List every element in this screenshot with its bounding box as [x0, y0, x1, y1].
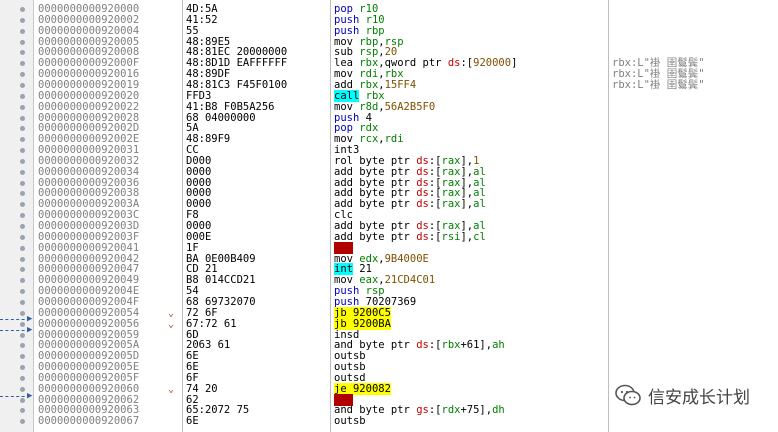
jump-marker-icon: ⌄: [168, 318, 175, 330]
breakpoint-dot-icon[interactable]: [20, 321, 25, 327]
operands: byte ptr ds:[rbx+61],ah: [352, 339, 505, 352]
breakpoint-dot-icon[interactable]: [20, 224, 25, 229]
opcode-bytes: 41:B8 F0B5A256: [186, 100, 275, 113]
breakpoint-dot-icon[interactable]: [20, 386, 25, 392]
breakpoint-dot-icon[interactable]: [20, 332, 25, 338]
breakpoint-dot-icon[interactable]: [20, 408, 25, 414]
operands: 920082: [346, 382, 391, 395]
instruction: outsb: [334, 416, 366, 427]
disassembly-view[interactable]: 0000000000920000 4D:5A pop r10 000000000092…: [0, 0, 778, 432]
breakpoint-dot-icon[interactable]: [20, 148, 25, 154]
breakpoint-dot-icon[interactable]: [20, 419, 25, 425]
address: 0000000000920022: [38, 100, 140, 113]
breakpoint-dot-icon[interactable]: [20, 169, 25, 175]
breakpoint-dot-icon[interactable]: [20, 61, 25, 67]
jump-marker-icon: ⌄: [168, 307, 175, 319]
breakpoint-dot-icon[interactable]: [20, 115, 25, 121]
opcode-bytes: 6E: [186, 415, 199, 428]
breakpoint-dot-icon[interactable]: [20, 7, 25, 12]
breakpoint-dot-icon[interactable]: [20, 137, 25, 143]
breakpoint-dot-icon[interactable]: [20, 289, 25, 295]
breakpoint-dot-icon[interactable]: [20, 28, 25, 34]
breakpoint-dot-icon[interactable]: [20, 354, 25, 360]
breakpoint-dot-icon[interactable]: [20, 180, 25, 186]
jump-arrow: [0, 319, 30, 321]
operands: byte ptr ds:[rsi],cl: [352, 230, 486, 243]
mnemonic: jb: [334, 306, 347, 319]
breakpoint-dot-icon[interactable]: [20, 17, 25, 23]
opcode-bytes: 67:72 61: [186, 317, 237, 330]
breakpoint-dot-icon[interactable]: [20, 82, 25, 88]
breakpoint-dot-icon[interactable]: [20, 256, 25, 262]
arrow-head-icon: ▶: [27, 325, 33, 335]
breakpoint-dot-icon[interactable]: [20, 50, 25, 56]
breakpoint-dot-icon[interactable]: [20, 397, 25, 403]
address: 0000000000920056: [38, 317, 140, 330]
breakpoint-dot-icon[interactable]: [20, 343, 25, 349]
instruction: add byte ptr ds:[rax],al: [334, 199, 486, 210]
breakpoint-dot-icon[interactable]: [20, 278, 25, 284]
instruction-row[interactable]: 0000000000920022 41:B8 F0B5A256 mov r8d,56…: [0, 100, 778, 113]
breakpoint-dot-icon[interactable]: [20, 104, 25, 110]
operands: byte ptr ds:[rax],al: [352, 198, 486, 211]
breakpoint-dot-icon[interactable]: [20, 191, 25, 197]
breakpoint-dot-icon[interactable]: [20, 39, 25, 45]
operands: rcx,rdi: [359, 133, 404, 146]
breakpoint-dot-icon[interactable]: [20, 310, 25, 316]
breakpoint-dot-icon[interactable]: [20, 213, 25, 219]
jump-arrow: [0, 330, 30, 332]
watermark: 信安成长计划: [614, 380, 750, 410]
breakpoint-dot-icon[interactable]: [20, 72, 25, 78]
breakpoint-dot-icon[interactable]: [20, 267, 25, 273]
comment: rbx:L"褂 圉鬄鬓": [612, 78, 705, 91]
breakpoint-dot-icon[interactable]: [20, 375, 25, 381]
jump-arrow: [0, 396, 30, 398]
arrow-head-icon: ▶: [27, 314, 33, 324]
instruction: add byte ptr ds:[rsi],cl: [334, 230, 486, 243]
breakpoint-dot-icon[interactable]: [20, 299, 25, 305]
breakpoint-dot-icon[interactable]: [20, 93, 25, 99]
breakpoint-dot-icon[interactable]: [20, 158, 25, 164]
breakpoint-dot-icon[interactable]: [20, 365, 25, 371]
operands: 9200C5: [346, 306, 391, 319]
wechat-icon: [615, 384, 641, 406]
arrow-head-icon: ▶: [27, 391, 33, 401]
breakpoint-dot-icon[interactable]: [20, 126, 25, 132]
address: 0000000000920067: [38, 415, 140, 428]
breakpoint-dot-icon[interactable]: [20, 245, 25, 251]
watermark-text: 信安成长计划: [648, 387, 750, 408]
instruction-row[interactable]: 0000000000920056 ⌄ 67:72 61 jb 9200BA: [0, 317, 778, 330]
jump-marker-icon: ⌄: [168, 383, 175, 395]
mnemonic: outsb: [334, 415, 366, 428]
instruction-row[interactable]: 0000000000920067 6E outsb: [0, 416, 778, 427]
operands: byte ptr gs:[rdx+75],dh: [352, 404, 505, 417]
breakpoint-dot-icon[interactable]: [20, 202, 25, 208]
breakpoint-dot-icon[interactable]: [20, 234, 25, 240]
mnemonic: je: [334, 382, 347, 395]
